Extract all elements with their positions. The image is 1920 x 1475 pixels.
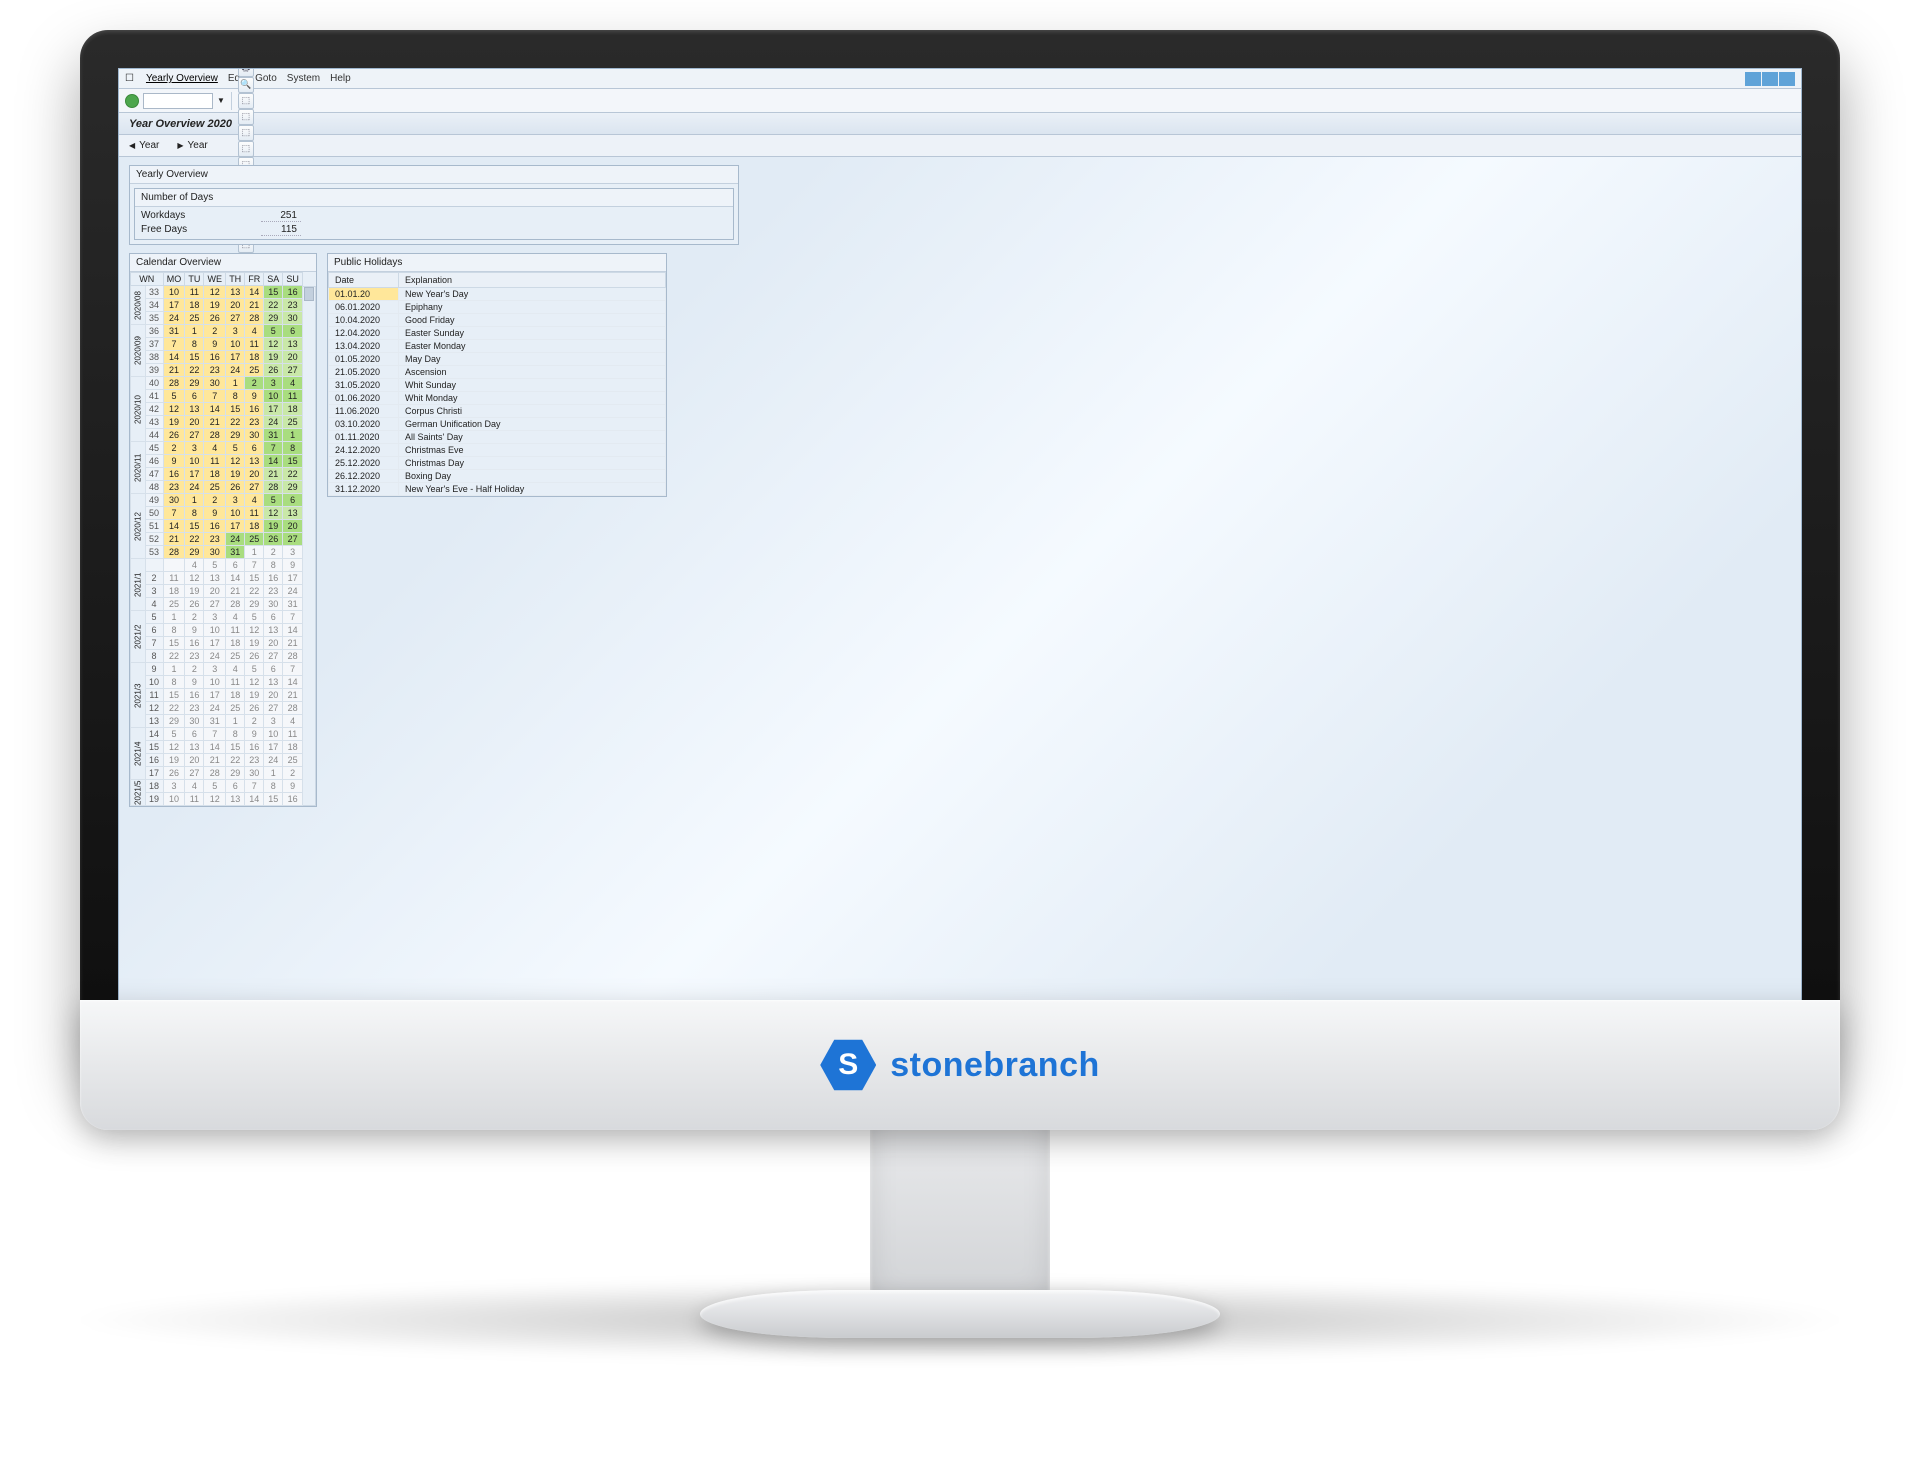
menu-item[interactable]: Yearly Overview	[146, 73, 218, 84]
public-holidays-panel: Public Holidays DateExplanation01.01.20N…	[327, 253, 667, 497]
calendar-scrollbar[interactable]	[303, 286, 316, 806]
yearly-overview-panel: Yearly Overview Number of Days Workdays2…	[129, 165, 739, 245]
holiday-row[interactable]: 06.01.2020Epiphany	[329, 301, 666, 314]
command-field[interactable]	[143, 93, 213, 109]
holiday-row[interactable]: 21.05.2020Ascension	[329, 366, 666, 379]
holiday-row[interactable]: 01.11.2020All Saints' Day	[329, 431, 666, 444]
year-nav: Year Year	[119, 135, 1801, 157]
holiday-row[interactable]: 13.04.2020Easter Monday	[329, 340, 666, 353]
days-panel-header: Number of Days	[135, 189, 733, 207]
holiday-row[interactable]: 11.06.2020Corpus Christi	[329, 405, 666, 418]
calendar-overview-panel: Calendar Overview WNMOTUWETHFRSASU2020/0…	[129, 253, 317, 807]
holiday-row[interactable]: 10.04.2020Good Friday	[329, 314, 666, 327]
menubar: ☐ Yearly OverviewEditGotoSystemHelp	[119, 69, 1801, 89]
monitor-chin: S stonebranch	[80, 1000, 1840, 1130]
public-holidays-table[interactable]: DateExplanation01.01.20New Year's Day06.…	[328, 272, 666, 496]
prev-year-button[interactable]: Year	[129, 140, 159, 151]
days-row: Workdays251	[141, 209, 727, 223]
toolbar-button[interactable]: ⬚	[238, 109, 254, 125]
menu-item[interactable]: Goto	[255, 73, 277, 84]
menu-item[interactable]: System	[287, 73, 320, 84]
app-icon: ☐	[125, 73, 134, 84]
holiday-row[interactable]: 03.10.2020German Unification Day	[329, 418, 666, 431]
holiday-row[interactable]: 31.12.2020New Year's Eve - Half Holiday	[329, 483, 666, 496]
public-holidays-header: Public Holidays	[328, 254, 666, 272]
toolbar-button[interactable]: ⬚	[238, 141, 254, 157]
calendar-overview-header: Calendar Overview	[130, 254, 316, 272]
menu-item[interactable]: Help	[330, 73, 351, 84]
holiday-row[interactable]: 31.05.2020Whit Sunday	[329, 379, 666, 392]
ok-icon[interactable]	[125, 94, 139, 108]
toolbar-button[interactable]: ⬚	[238, 93, 254, 109]
monitor-stand-base	[700, 1290, 1220, 1338]
toolbar-button[interactable]: ⬚	[238, 125, 254, 141]
monitor-bezel: ☐ Yearly OverviewEditGotoSystemHelp ▼ ⬚💾…	[80, 30, 1840, 1070]
window-controls[interactable]	[1745, 72, 1795, 86]
holiday-row[interactable]: 12.04.2020Easter Sunday	[329, 327, 666, 340]
next-year-button[interactable]: Year	[177, 140, 207, 151]
sap-screen: ☐ Yearly OverviewEditGotoSystemHelp ▼ ⬚💾…	[118, 68, 1802, 1032]
toolbar: ▼ ⬚💾◀▶✳✳✳🖶🔍⬚⬚⬚⬚⬚⬚⎙🔧❓⬚	[119, 89, 1801, 113]
brand-hex-icon: S	[820, 1037, 876, 1093]
brand-text: stonebranch	[890, 1046, 1100, 1085]
calendar-grid[interactable]: WNMOTUWETHFRSASU2020/0833101112131415163…	[130, 272, 303, 806]
holiday-row[interactable]: 01.06.2020Whit Monday	[329, 392, 666, 405]
holiday-row[interactable]: 25.12.2020Christmas Day	[329, 457, 666, 470]
page-title: Year Overview 2020	[119, 113, 1801, 135]
holiday-row[interactable]: 24.12.2020Christmas Eve	[329, 444, 666, 457]
holiday-row[interactable]: 01.05.2020May Day	[329, 353, 666, 366]
holiday-row[interactable]: 26.12.2020Boxing Day	[329, 470, 666, 483]
holiday-row[interactable]: 01.01.20New Year's Day	[329, 288, 666, 301]
toolbar-button[interactable]: 🖶	[238, 68, 254, 77]
days-panel: Number of Days Workdays251Free Days115	[134, 188, 734, 240]
brand-logo: S stonebranch	[820, 1037, 1100, 1093]
days-row: Free Days115	[141, 223, 727, 237]
yearly-overview-header: Yearly Overview	[130, 166, 738, 184]
toolbar-button[interactable]: 🔍	[238, 77, 254, 93]
